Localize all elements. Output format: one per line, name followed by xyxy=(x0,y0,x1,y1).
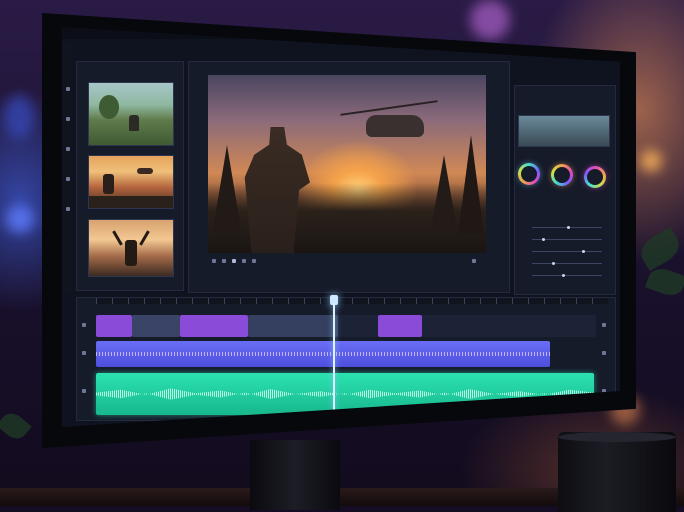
track-mute-icon[interactable] xyxy=(82,351,86,355)
timeline-ruler[interactable] xyxy=(96,298,608,304)
track-option-icon[interactable] xyxy=(602,323,606,327)
video-clip[interactable] xyxy=(132,315,180,337)
track-lock-icon[interactable] xyxy=(82,323,86,327)
text-tool-icon[interactable] xyxy=(66,207,70,211)
audio-clip-1[interactable] xyxy=(96,341,550,367)
tree-shape xyxy=(99,95,119,119)
slider-track[interactable] xyxy=(532,275,602,276)
monitor-stand xyxy=(250,440,340,510)
color-wheel-gamma[interactable] xyxy=(551,164,573,186)
coffee-mug xyxy=(558,432,676,512)
razor-tool-icon[interactable] xyxy=(66,117,70,121)
play-icon[interactable] xyxy=(232,259,236,263)
inspector-preview xyxy=(518,115,610,147)
media-clip-2[interactable] xyxy=(88,155,174,209)
skip-back-icon[interactable] xyxy=(212,259,216,263)
tool-rail xyxy=(64,43,72,293)
select-tool-icon[interactable] xyxy=(66,87,70,91)
video-clip[interactable] xyxy=(180,315,248,337)
editor-screen xyxy=(62,27,620,427)
helicopter-figure xyxy=(366,115,424,137)
clip-thumbnail-soldier-field xyxy=(129,115,139,131)
bokeh-light xyxy=(4,95,34,139)
playhead-line[interactable] xyxy=(333,303,335,425)
waveform xyxy=(96,352,550,356)
track-option-icon[interactable] xyxy=(602,351,606,355)
media-clip-3[interactable] xyxy=(88,219,174,277)
slider-knob[interactable] xyxy=(552,262,555,265)
bokeh-light xyxy=(470,0,510,40)
slider-knob[interactable] xyxy=(562,274,565,277)
step-forward-icon[interactable] xyxy=(242,259,246,263)
track-mute-icon[interactable] xyxy=(82,389,86,393)
bokeh-light xyxy=(6,205,34,233)
color-wheel-lift[interactable] xyxy=(518,163,540,185)
helicopter-rotor xyxy=(340,100,438,116)
slider-track[interactable] xyxy=(532,263,602,264)
color-wheel-gain[interactable] xyxy=(584,166,606,188)
bokeh-light xyxy=(640,150,662,172)
video-clip[interactable] xyxy=(248,315,338,337)
raised-arm-right xyxy=(139,230,150,246)
slider-knob[interactable] xyxy=(542,238,545,241)
slider-track[interactable] xyxy=(532,251,602,252)
video-clip[interactable] xyxy=(378,315,422,337)
raised-arm-left xyxy=(112,230,123,246)
zoom-tool-icon[interactable] xyxy=(66,177,70,181)
slider-knob[interactable] xyxy=(567,226,570,229)
clip-thumbnail-soldier-arms-raised xyxy=(125,240,137,266)
step-back-icon[interactable] xyxy=(222,259,226,263)
video-clip[interactable] xyxy=(96,315,132,337)
clip-thumbnail-soldier-helicopter xyxy=(103,174,114,194)
media-clip-1[interactable] xyxy=(88,82,174,146)
settings-icon[interactable] xyxy=(472,259,476,263)
forest-silhouette xyxy=(89,196,173,208)
slider-knob[interactable] xyxy=(582,250,585,253)
skip-forward-icon[interactable] xyxy=(252,259,256,263)
viewer-frame xyxy=(208,75,486,253)
hand-tool-icon[interactable] xyxy=(66,147,70,151)
helicopter-shape xyxy=(137,168,153,174)
